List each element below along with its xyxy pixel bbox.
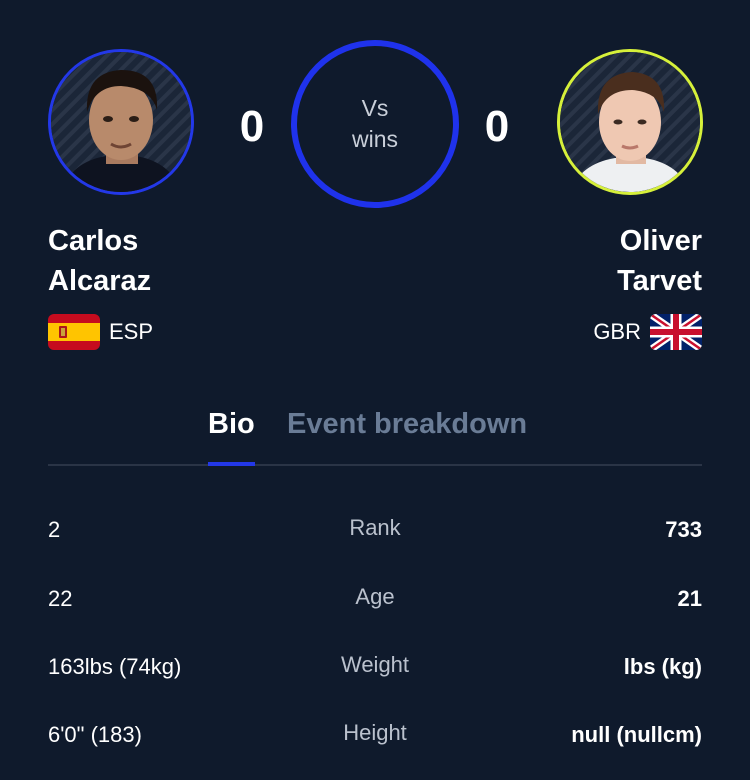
player-portrait-icon [51, 52, 191, 192]
player-right-first-name: Oliver [619, 225, 702, 257]
player-left-first-name: Carlos [48, 225, 139, 257]
uk-flag-icon [650, 314, 702, 350]
player-right-score: 0 [484, 102, 510, 151]
tab-bar: Bio Event breakdown [48, 400, 702, 466]
stat-right-value: lbs (kg) [623, 654, 702, 679]
stat-row-weight: 163lbs (74kg) Weight lbs (kg) [48, 649, 702, 685]
player-left-name[interactable]: Carlos Alcaraz [48, 221, 151, 301]
tab-event-breakdown[interactable]: Event breakdown [287, 404, 527, 444]
versus-ring: Vs wins [291, 40, 459, 208]
stat-right-value: 21 [677, 586, 702, 611]
versus-label: Vs [361, 95, 389, 121]
player-right-avatar[interactable] [557, 49, 703, 195]
player-portrait-icon [560, 52, 700, 192]
player-right-last-name: Tarvet [617, 265, 702, 297]
stat-right-value: null (nullcm) [571, 722, 702, 747]
player-left-avatar[interactable] [48, 49, 194, 195]
player-left-country: ESP [48, 314, 153, 350]
stat-label: Rank [349, 515, 401, 540]
wins-label: wins [351, 126, 398, 152]
player-left-last-name: Alcaraz [48, 265, 152, 297]
active-tab-indicator [208, 462, 255, 466]
player-left-score: 0 [239, 102, 265, 151]
stat-label: Weight [340, 652, 410, 677]
stat-right-value: 733 [665, 517, 702, 542]
tab-bio[interactable]: Bio [208, 404, 255, 444]
spain-flag-icon [48, 314, 100, 350]
player-left-country-code: ESP [109, 319, 154, 344]
player-right-country: GBR [593, 314, 702, 350]
stat-row-height: 6'0" (183) Height null (nullcm) [48, 717, 702, 753]
stat-row-age: 22 Age 21 [48, 581, 702, 617]
player-right-country-code: GBR [593, 319, 641, 344]
player-right-name[interactable]: Oliver Tarvet [617, 221, 702, 301]
stat-label: Age [355, 584, 395, 609]
stat-row-rank: 2 Rank 733 [48, 512, 702, 548]
